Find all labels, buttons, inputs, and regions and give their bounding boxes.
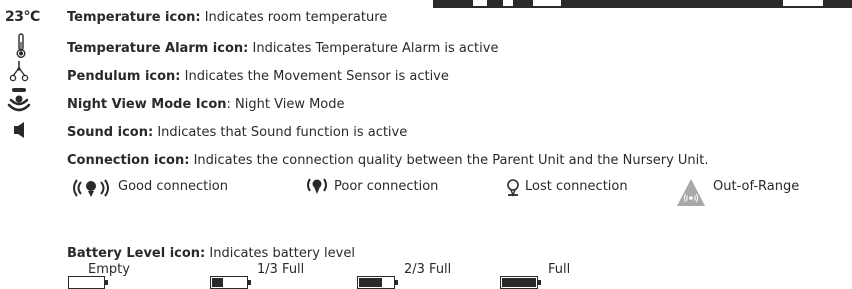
battery-two-thirds-label: 2/3 Full <box>404 262 452 277</box>
lost-connection-label: Lost connection <box>525 179 628 194</box>
good-connection-icon <box>73 179 109 197</box>
battery-empty-label: Empty <box>88 262 130 277</box>
pendulum-label: Pendulum icon: <box>67 69 181 84</box>
connection-desc: Indicates the connection quality between… <box>189 153 709 168</box>
temperature-icon-desc: Indicates room temperature <box>200 10 388 25</box>
temperature-alarm-label: Temperature Alarm icon: <box>67 41 249 56</box>
battery-two-thirds-icon <box>357 276 398 289</box>
sound-desc: Indicates that Sound function is active <box>153 125 408 140</box>
battery-desc: Indicates battery level <box>205 246 355 261</box>
connection-row: Connection icon: Indicates the connectio… <box>67 153 709 168</box>
icon-column: 23°C <box>0 0 60 287</box>
battery-empty-icon <box>68 276 108 289</box>
temperature-readout: 23°C <box>5 9 40 25</box>
temperature-icon-row: Temperature icon: Indicates room tempera… <box>67 10 387 25</box>
poor-connection-icon <box>307 178 327 194</box>
battery-full-label: Full <box>548 262 571 277</box>
battery-label: Battery Level icon: <box>67 246 206 261</box>
speaker-icon <box>14 122 24 138</box>
battery-full-icon <box>500 276 541 289</box>
pendulum-desc: Indicates the Movement Sensor is active <box>180 69 449 84</box>
lost-connection-icon <box>507 179 519 197</box>
out-of-range-label: Out-of-Range <box>713 179 800 194</box>
good-connection-label: Good connection <box>118 179 228 194</box>
sound-label: Sound icon: <box>67 125 154 140</box>
thermometer-icon <box>16 33 26 59</box>
pendulum-icon <box>9 61 29 82</box>
temperature-alarm-desc: Indicates Temperature Alarm is active <box>248 41 499 56</box>
sound-row: Sound icon: Indicates that Sound functio… <box>67 125 407 140</box>
connection-label: Connection icon: <box>67 153 190 168</box>
battery-one-third-icon <box>210 276 251 289</box>
night-view-mode-icon <box>7 88 31 112</box>
poor-connection-label: Poor connection <box>334 179 439 194</box>
night-view-row: Night View Mode Icon: Night View Mode <box>67 97 345 112</box>
temperature-alarm-row: Temperature Alarm icon: Indicates Temper… <box>67 41 498 56</box>
top-border-strip <box>433 0 852 8</box>
night-view-desc: : Night View Mode <box>226 97 345 112</box>
battery-one-third-label: 1/3 Full <box>257 262 305 277</box>
out-of-range-icon <box>677 179 705 206</box>
pendulum-row: Pendulum icon: Indicates the Movement Se… <box>67 69 449 84</box>
night-view-label: Night View Mode Icon <box>67 97 227 112</box>
battery-row: Battery Level icon: Indicates battery le… <box>67 246 355 261</box>
temperature-icon-label: Temperature icon: <box>67 10 201 25</box>
